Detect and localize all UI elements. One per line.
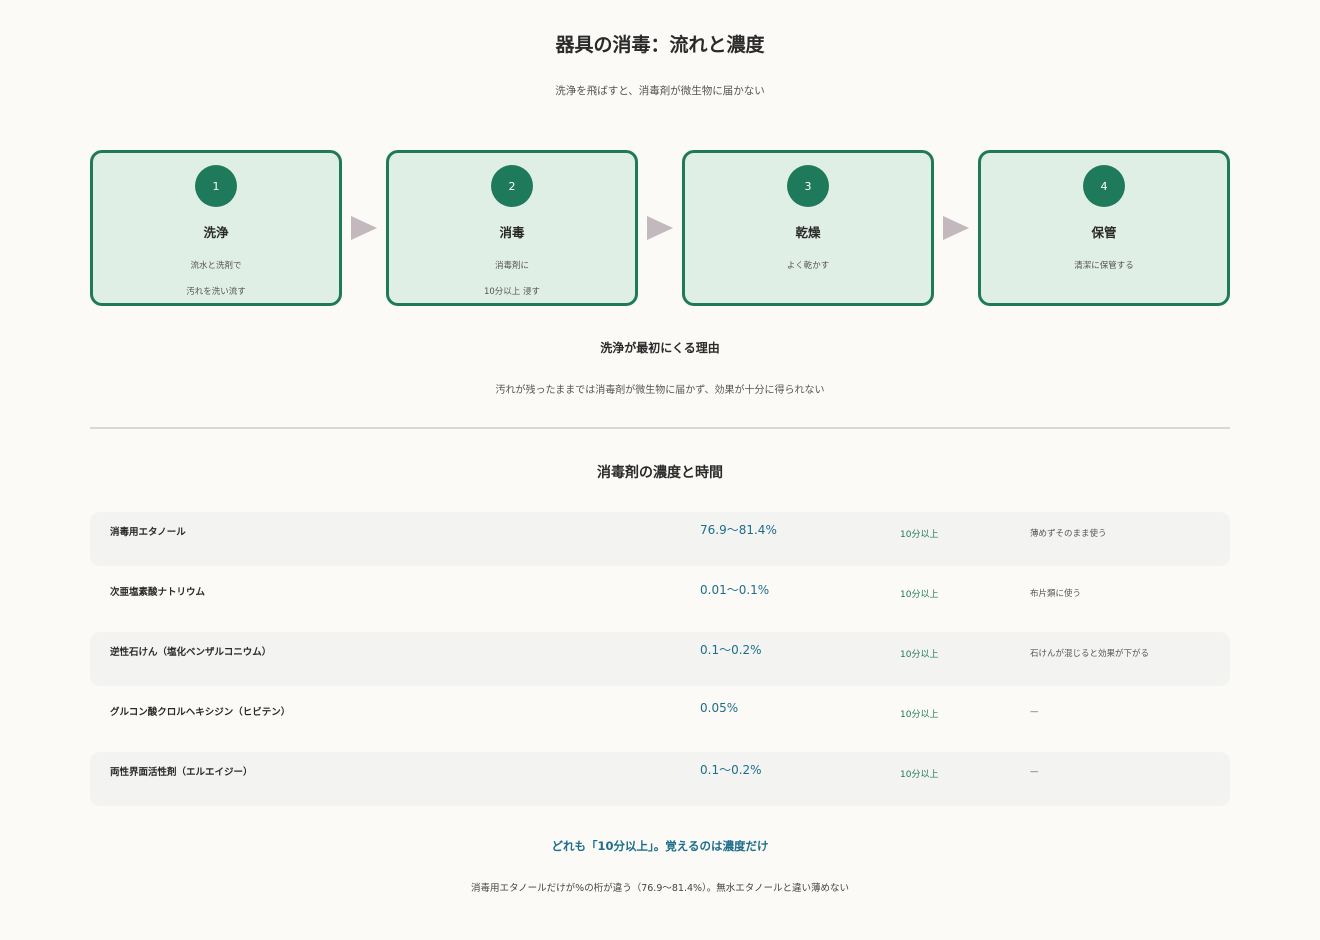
step-description-line: 消毒剤に [494,261,529,271]
step-number-badge: 2 [491,165,533,207]
page: 器具の消毒：流れと濃度 洗浄を飛ばすと、消毒剤が微生物に届かない 1 洗浄 流水… [0,0,1320,940]
arrow-right-icon [351,216,377,240]
concentration-value: 0.1〜0.2% [700,643,762,657]
page-subtitle: 洗浄を飛ばすと、消毒剤が微生物に届かない [555,85,765,97]
concentration-value: 0.01〜0.1% [700,583,770,597]
step-card-dry: 3 乾燥 よく乾かす [682,150,934,306]
disinfectant-name: 消毒用エタノール [110,527,186,538]
disinfectant-name: 次亜塩素酸ナトリウム [110,587,206,598]
step-card-disinfect: 2 消毒 消毒剤に 10分以上 浸す [386,150,638,306]
usage-note: — [1030,707,1039,717]
concentration-value: 76.9〜81.4% [700,523,777,537]
step-description-line: 清潔に保管する [1074,261,1134,271]
table-row: 逆性石けん（塩化ベンザルコニウム） 0.1〜0.2% 10分以上 石けんが混じる… [90,632,1230,686]
step-description-line: 10分以上 浸す [483,287,541,297]
step-description-line: 流水と洗剤で [190,261,242,271]
table-row: グルコン酸クロルヘキシジン（ヒビテン） 0.05% 10分以上 — [90,692,1230,746]
time-value: 10分以上 [900,710,939,720]
usage-note: 薄めずそのまま使う [1030,529,1107,539]
step-number-badge: 4 [1083,165,1125,207]
step-number-badge: 3 [787,165,829,207]
disinfectant-name: グルコン酸クロルヘキシジン（ヒビテン） [110,707,291,718]
reason-text: 汚れが残ったままでは消毒剤が微生物に届かず、効果が十分に得られない [495,385,825,396]
time-value: 10分以上 [900,770,939,780]
step-card-wash: 1 洗浄 流水と洗剤で 汚れを洗い流す [90,150,342,306]
step-card-store: 4 保管 清潔に保管する [978,150,1230,306]
step-title: 保管 [1091,225,1117,240]
usage-note: 石けんが混じると効果が下がる [1030,649,1150,659]
process-flow: 1 洗浄 流水と洗剤で 汚れを洗い流す 2 消毒 消毒剤に 10分以上 浸す 3… [90,150,1230,306]
table-row: 両性界面活性剤（エルエイジー） 0.1〜0.2% 10分以上 — [90,752,1230,806]
disinfectant-name: 逆性石けん（塩化ベンザルコニウム） [110,647,272,658]
summary-text: 消毒用エタノールだけが%の桁が違う（76.9〜81.4%）。無水エタノールと違い… [470,883,850,894]
usage-note: — [1030,767,1039,777]
summary-heading: どれも「10分以上」。覚えるのは濃度だけ [551,839,769,853]
table-row: 次亜塩素酸ナトリウム 0.01〜0.1% 10分以上 布片類に使う [90,572,1230,626]
table-row: 消毒用エタノール 76.9〜81.4% 10分以上 薄めずそのまま使う [90,512,1230,566]
usage-note: 布片類に使う [1030,589,1082,599]
step-number-badge: 1 [195,165,237,207]
step-title: 洗浄 [203,225,229,240]
reason-heading: 洗浄が最初にくる理由 [600,341,720,355]
concentration-value: 0.1〜0.2% [700,763,762,777]
arrow-right-icon [647,216,673,240]
concentration-value: 0.05% [700,701,739,715]
step-description-line: 汚れを洗い流す [186,287,246,297]
arrow-right-icon [943,216,969,240]
time-value: 10分以上 [900,590,939,600]
time-value: 10分以上 [900,650,939,660]
section-divider [90,427,1230,429]
step-title: 消毒 [499,225,525,240]
page-title: 器具の消毒：流れと濃度 [555,34,765,56]
step-title: 乾燥 [795,225,821,240]
table-heading: 消毒剤の濃度と時間 [597,465,723,481]
time-value: 10分以上 [900,530,939,540]
disinfectant-name: 両性界面活性剤（エルエイジー） [110,767,253,778]
step-description-line: よく乾かす [786,261,830,271]
